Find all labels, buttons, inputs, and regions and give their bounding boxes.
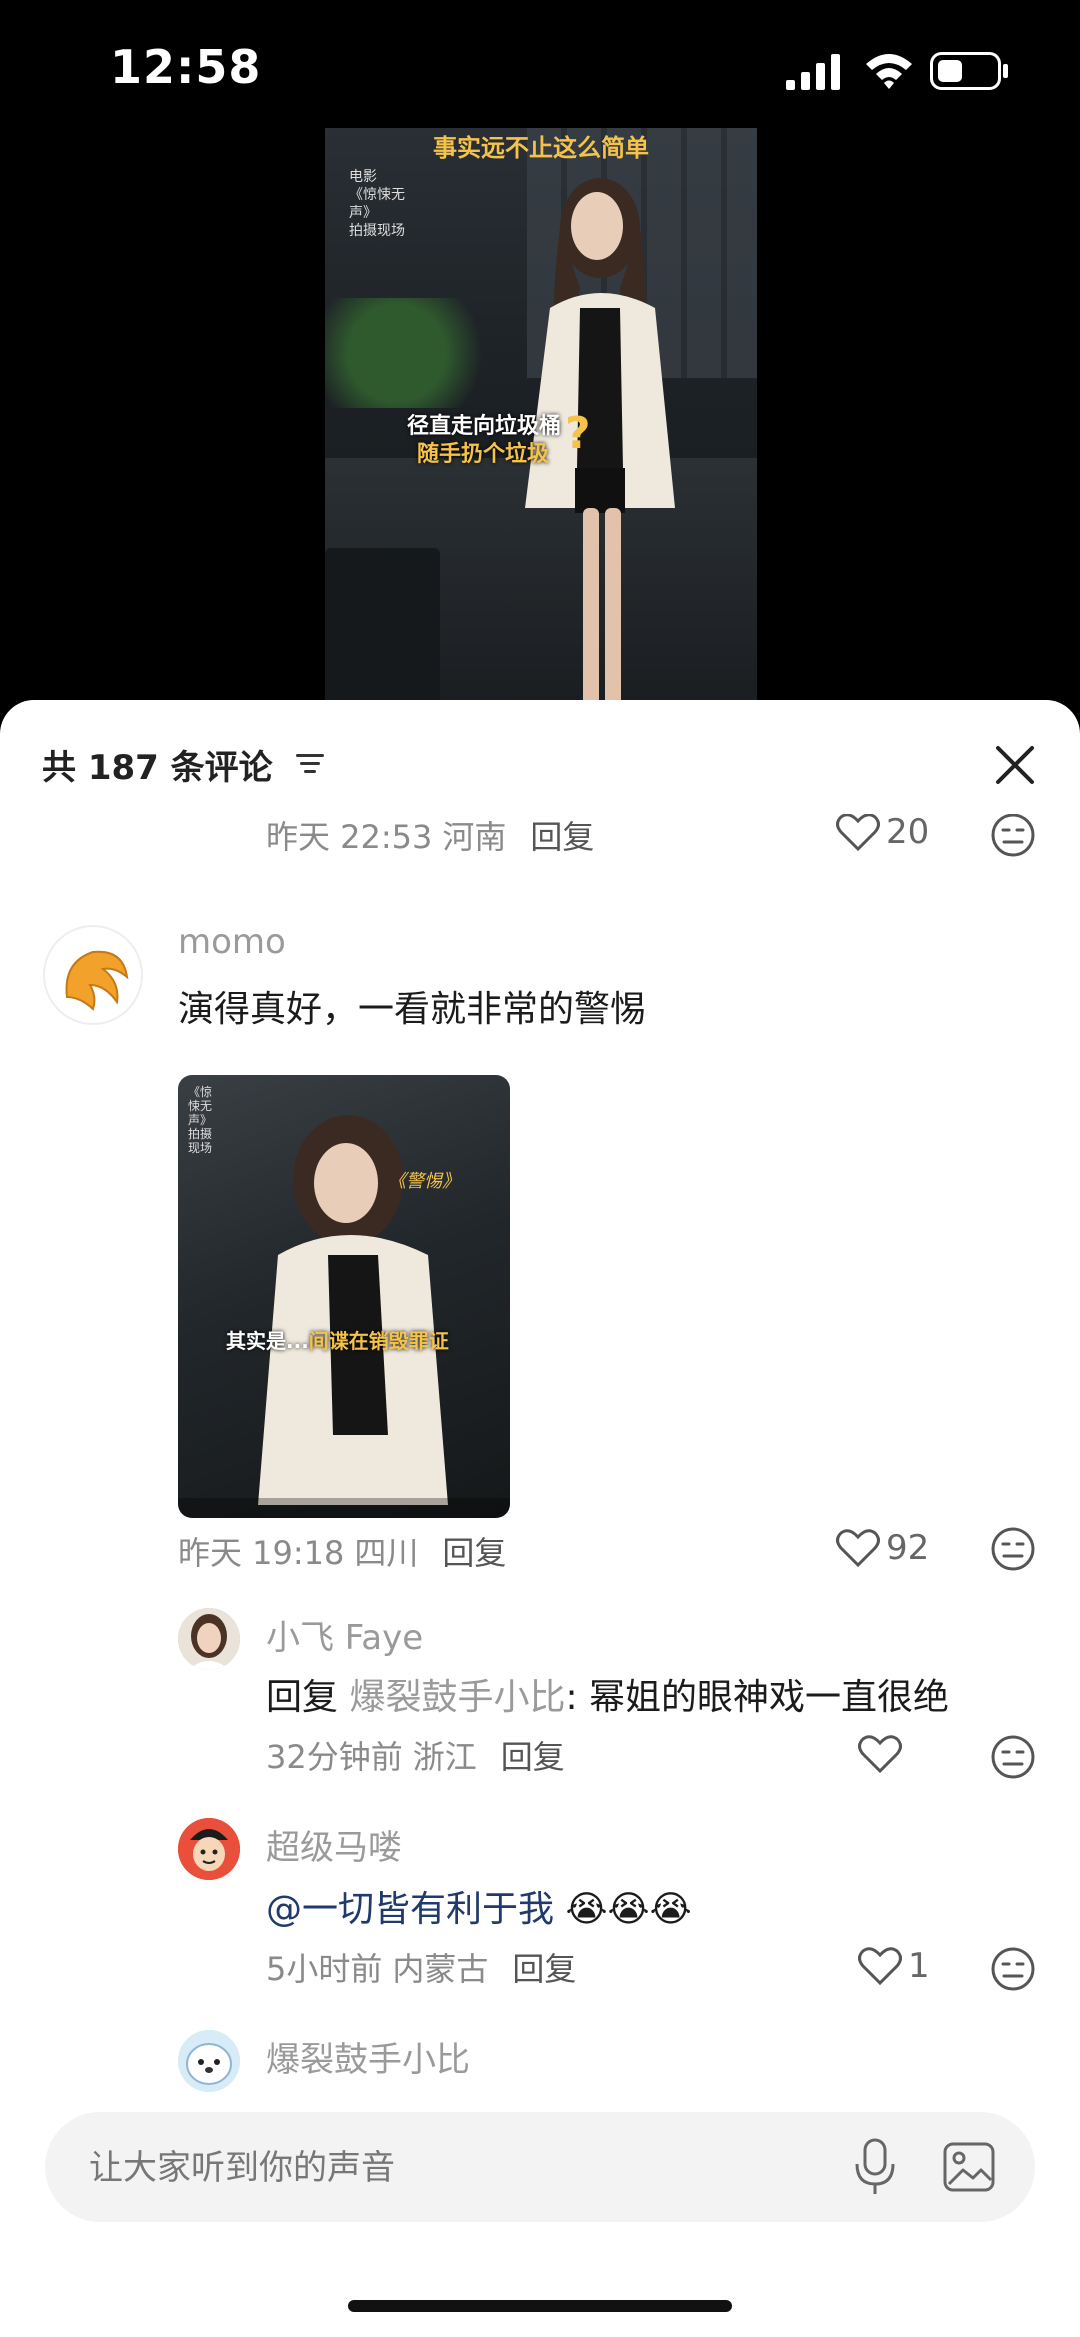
video-title-overlay: 事实远不止这么简单: [433, 134, 649, 162]
heart-icon: [836, 813, 880, 852]
reply-target-user[interactable]: 爆裂鼓手小比: [349, 1677, 565, 1718]
comment-time: 昨天 19:18: [178, 1534, 345, 1572]
comment-image-tag: 《警惕》: [388, 1171, 460, 1192]
mention-link[interactable]: @一切皆有利于我: [266, 1889, 554, 1930]
reply-time: 32分钟前: [266, 1738, 403, 1776]
heart-icon: [858, 1947, 902, 1986]
prev-comment-meta: 昨天 22:53 河南 回复: [266, 812, 594, 858]
comment-like-count: 92: [886, 1528, 930, 1568]
avatar[interactable]: [178, 1608, 240, 1670]
reply-like-button[interactable]: [858, 1734, 902, 1774]
reply-body: : 幂姐的眼神戏一直很绝: [565, 1677, 950, 1718]
reply-username[interactable]: 小飞 Faye: [266, 1610, 423, 1659]
dislike-face-icon[interactable]: [990, 1526, 1036, 1572]
wifi-icon: [866, 54, 912, 89]
video-trash-bin: [325, 548, 440, 713]
home-indicator[interactable]: [348, 2300, 732, 2312]
reply-like-button[interactable]: 1: [858, 1946, 930, 1986]
sort-filter-icon[interactable]: [296, 752, 324, 776]
reply-reply-button[interactable]: 回复: [512, 1950, 576, 1988]
avatar[interactable]: [178, 1818, 240, 1880]
avatar-portrait-icon: [178, 1608, 240, 1670]
comment-image-caption: 其实是...间谍在销毁罪证: [226, 1325, 449, 1354]
reply-region: 浙江: [412, 1738, 477, 1776]
video-background-trees: [325, 298, 505, 408]
reply-prefix: 回复: [266, 1677, 339, 1718]
reply-meta: 5小时前 内蒙古 回复: [266, 1944, 576, 1990]
comment-like-button[interactable]: 92: [836, 1528, 929, 1568]
cellular-signal-icon: [786, 54, 840, 90]
comment-meta: 昨天 19:18 四川 回复: [178, 1528, 506, 1574]
video-caption-question-mark: ?: [565, 408, 591, 459]
prev-comment-reply-button[interactable]: 回复: [530, 818, 594, 856]
video-player[interactable]: 事实远不止这么简单 电影 《惊悚无声》 拍摄现场 径直走向垃圾桶 随手扔个垃圾 …: [325, 128, 757, 713]
comment-image-caption-prefix: 其实是...: [226, 1329, 309, 1353]
reply-username[interactable]: 爆裂鼓手小比: [266, 2032, 470, 2081]
prev-comment-like-count: 20: [886, 812, 930, 852]
comment-username[interactable]: momo: [178, 922, 286, 962]
battery-icon: [930, 52, 1008, 90]
comment-text: 演得真好，一看就非常的警惕: [178, 989, 647, 1030]
prev-comment-region: 河南: [442, 818, 507, 856]
reply-text: @一切皆有利于我 😭😭😭: [266, 1880, 692, 1932]
comment-image-side-text: 《惊悚无声》拍摄现场: [188, 1085, 213, 1155]
comment-region: 四川: [354, 1534, 419, 1572]
reply-reply-button[interactable]: 回复: [501, 1738, 565, 1776]
heart-icon: [836, 1529, 880, 1568]
video-side-text: 电影 《惊悚无声》 拍摄现场: [349, 169, 405, 239]
reply-region: 内蒙古: [392, 1950, 489, 1988]
comment-input[interactable]: [89, 2138, 849, 2198]
comment-image-bottom-bar: [178, 1498, 510, 1518]
crying-emoji-icons: 😭😭😭: [565, 1889, 692, 1930]
prev-comment-like-button[interactable]: 20: [836, 812, 929, 852]
microphone-icon[interactable]: [853, 2138, 897, 2196]
reply-username[interactable]: 超级马喽: [266, 1820, 402, 1869]
sheet-header-fade: [0, 800, 1080, 814]
heart-icon: [858, 1735, 902, 1774]
close-icon[interactable]: [990, 740, 1040, 790]
avatar[interactable]: [178, 2030, 240, 2092]
avatar-cartoon-icon: [178, 1818, 240, 1880]
video-caption-line2: 随手扔个垃圾: [417, 442, 550, 467]
reply-text: 回复 爆裂鼓手小比: 幂姐的眼神戏一直很绝: [266, 1668, 949, 1720]
image-upload-icon[interactable]: [943, 2142, 995, 2192]
avatar-mascot-icon: [178, 2030, 240, 2092]
comment-image[interactable]: 《惊悚无声》拍摄现场 《警惕》 其实是...间谍在销毁罪证: [178, 1075, 510, 1518]
croissant-icon: [65, 950, 129, 1011]
dislike-face-icon[interactable]: [990, 1946, 1036, 1992]
comment-image-caption-highlight: 间谍在销毁罪证: [308, 1329, 449, 1353]
comment-input-bar: [45, 2112, 1035, 2222]
comment-count-title: 共 187 条评论: [42, 748, 273, 788]
comments-sheet: 共 187 条评论 昨天 22:53 河南 回复 20 momo 演得真好，一看就非…: [0, 700, 1080, 2337]
prev-comment-time: 昨天 22:53: [266, 818, 433, 856]
reply-like-count: 1: [908, 1946, 930, 1986]
status-time: 12:58: [110, 40, 262, 94]
comment-reply-button[interactable]: 回复: [442, 1534, 506, 1572]
status-bar: 12:58: [0, 0, 1080, 140]
dislike-face-icon[interactable]: [990, 1734, 1036, 1780]
reply-meta: 32分钟前 浙江 回复: [266, 1732, 565, 1778]
comments-header: 共 187 条评论: [0, 700, 1080, 810]
avatar[interactable]: [43, 925, 143, 1025]
dislike-face-icon[interactable]: [990, 812, 1036, 858]
reply-time: 5小时前: [266, 1950, 383, 1988]
